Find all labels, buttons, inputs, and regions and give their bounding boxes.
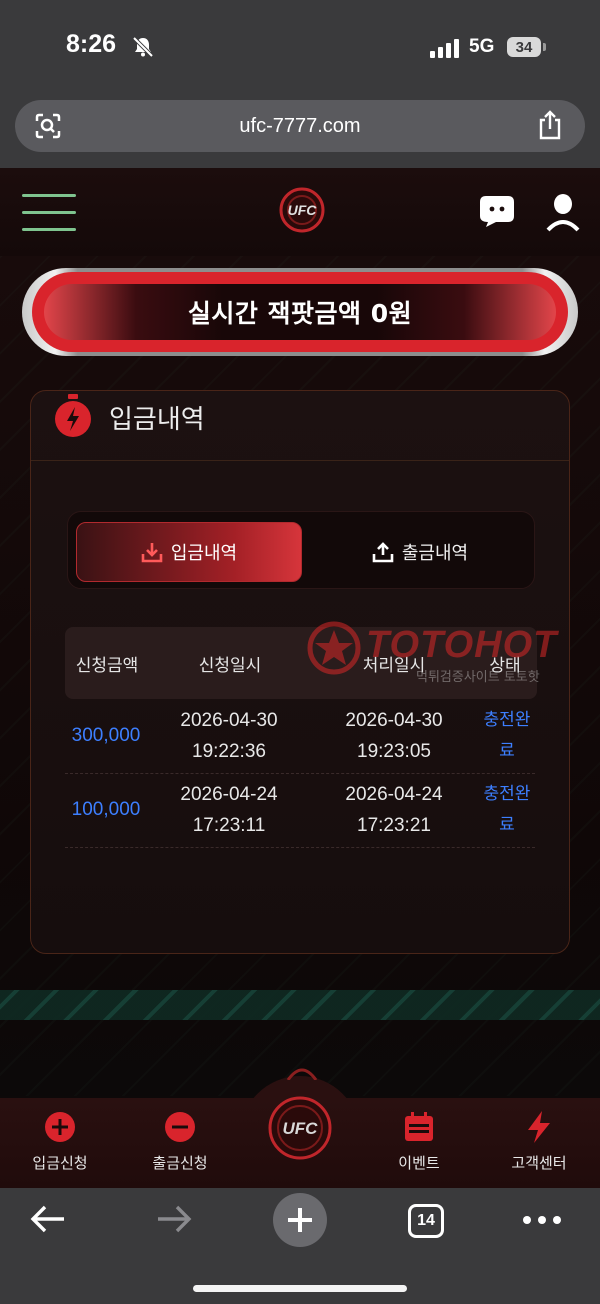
row-status: 충전완 bbox=[483, 784, 531, 804]
decorative-strip bbox=[0, 990, 600, 1020]
jackpot-banner: 실시간 잭팟금액 0원 bbox=[22, 268, 578, 356]
stopwatch-icon bbox=[55, 394, 91, 437]
url-bar[interactable]: ufc-7777.com bbox=[15, 100, 585, 152]
tab-withdraw-label: 출금내역 bbox=[401, 543, 469, 564]
nav-withdraw-label: 출금신청 bbox=[152, 1154, 208, 1172]
footer-logo-icon bbox=[286, 1068, 318, 1080]
watermark: TOTOHOT 먹튀검증사이트 토토핫 bbox=[306, 620, 600, 690]
nav-events-label: 이벤트 bbox=[398, 1154, 440, 1172]
jackpot-banner-frame: 실시간 잭팟금액 0원 bbox=[32, 272, 568, 352]
history-tabs: 입금내역 출금내역 bbox=[67, 511, 535, 589]
nav-customer-center[interactable]: 고객센터 bbox=[484, 1110, 594, 1173]
network-label: 5G bbox=[469, 36, 495, 57]
row-status: 충전완 bbox=[483, 710, 531, 730]
svg-text:UFC: UFC bbox=[288, 202, 318, 218]
watermark-star-logo bbox=[307, 621, 361, 675]
minus-circle-icon bbox=[165, 1112, 195, 1142]
signal-icon bbox=[430, 39, 459, 58]
status-time: 8:26 bbox=[66, 30, 117, 58]
tab-deposit-label: 입금내역 bbox=[170, 543, 238, 564]
ufc-casino-logo[interactable]: UFC bbox=[278, 186, 326, 234]
tab-withdraw-history[interactable]: 출금내역 bbox=[308, 522, 532, 582]
site-header: UFC bbox=[0, 168, 600, 256]
row-requested-time: 17:23:11 bbox=[192, 815, 266, 836]
panel-header: 입금내역 bbox=[31, 391, 569, 461]
column-header-request-time: 신청일시 bbox=[198, 656, 262, 676]
nav-deposit-label: 입금신청 bbox=[32, 1154, 88, 1172]
jackpot-amount-text: 실시간 잭팟금액 0원 bbox=[187, 299, 413, 328]
ufc-casino-home-button[interactable]: UFC bbox=[266, 1094, 334, 1162]
row-requested-date: 2026-04-30 bbox=[180, 710, 278, 731]
nav-customer-center-label: 고객센터 bbox=[511, 1154, 567, 1172]
battery-nub bbox=[543, 43, 546, 51]
row-requested-time: 19:22:36 bbox=[192, 741, 266, 762]
user-icon[interactable] bbox=[546, 192, 580, 232]
row-divider bbox=[65, 847, 535, 848]
bell-off-icon bbox=[132, 36, 154, 58]
row-processed-date: 2026-04-30 bbox=[345, 710, 443, 731]
plus-circle-icon bbox=[45, 1112, 75, 1142]
panel-title: 입금내역 bbox=[109, 405, 205, 435]
forward-arrow-icon[interactable] bbox=[156, 1204, 192, 1234]
row-divider bbox=[65, 773, 535, 774]
calendar-icon bbox=[405, 1112, 433, 1141]
tab-deposit-history[interactable]: 입금내역 bbox=[76, 522, 302, 582]
row-amount: 300,000 bbox=[71, 725, 141, 746]
row-status-cont: 료 bbox=[499, 741, 515, 761]
row-amount: 100,000 bbox=[71, 799, 141, 820]
new-tab-button[interactable] bbox=[273, 1193, 327, 1247]
row-processed-time: 19:23:05 bbox=[357, 741, 431, 762]
lightning-icon bbox=[528, 1111, 550, 1143]
jackpot-banner-inner: 실시간 잭팟금액 0원 bbox=[44, 284, 556, 340]
status-bar: 8:26 5G 34 bbox=[0, 0, 600, 96]
chat-icon[interactable] bbox=[478, 194, 516, 228]
battery-indicator: 34 bbox=[507, 37, 541, 57]
column-header-amount: 신청금액 bbox=[75, 656, 139, 676]
svg-text:UFC: UFC bbox=[283, 1119, 319, 1138]
url-text: ufc-7777.com bbox=[239, 115, 361, 137]
nav-withdraw-request[interactable]: 출금신청 bbox=[125, 1110, 235, 1173]
watermark-subtitle: 먹튀검증사이트 토토핫 bbox=[416, 670, 540, 685]
home-indicator[interactable] bbox=[193, 1285, 407, 1292]
tabs-overview-button[interactable]: 14 bbox=[408, 1204, 444, 1238]
nav-deposit-request[interactable]: 입금신청 bbox=[5, 1110, 115, 1173]
row-status-cont: 료 bbox=[499, 815, 515, 835]
nav-events[interactable]: 이벤트 bbox=[364, 1110, 474, 1173]
more-options-icon[interactable] bbox=[522, 1214, 562, 1226]
row-processed-date: 2026-04-24 bbox=[345, 784, 443, 805]
upload-icon bbox=[372, 542, 394, 563]
row-processed-time: 17:23:21 bbox=[357, 815, 431, 836]
plus-icon bbox=[288, 1208, 312, 1232]
browser-address-area: ufc-7777.com bbox=[0, 96, 600, 168]
hamburger-menu-icon[interactable] bbox=[22, 194, 76, 232]
row-requested-date: 2026-04-24 bbox=[180, 784, 278, 805]
watermark-brand: TOTOHOT bbox=[366, 624, 558, 666]
share-icon[interactable] bbox=[537, 110, 563, 140]
download-icon bbox=[141, 543, 163, 563]
back-arrow-icon[interactable] bbox=[30, 1204, 66, 1234]
